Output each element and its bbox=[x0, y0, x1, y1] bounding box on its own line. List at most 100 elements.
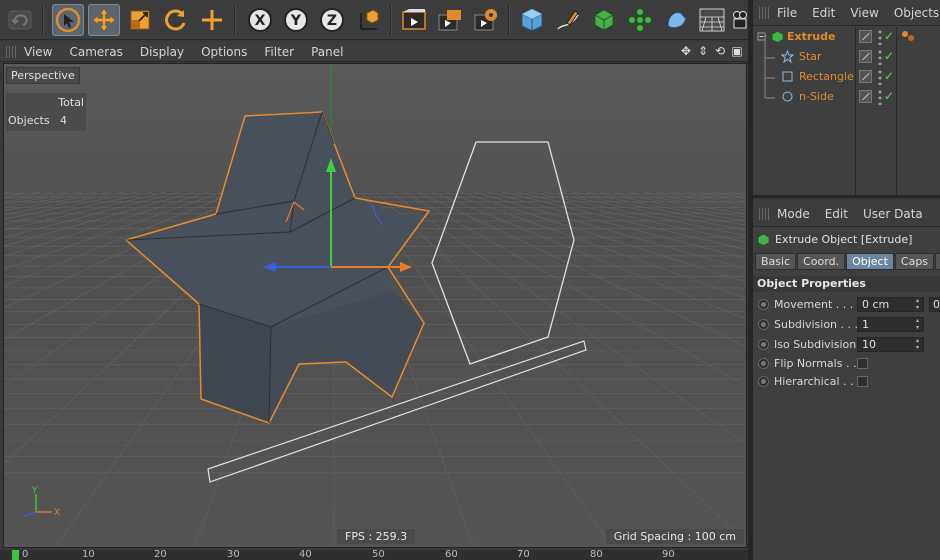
stats-objects-count: 4 bbox=[60, 114, 67, 127]
camera-icon bbox=[733, 11, 747, 29]
perspective-viewport[interactable]: Y X Perspective Total Objects 4 FPS : 25… bbox=[3, 63, 747, 548]
flip-normals-checkbox[interactable] bbox=[857, 358, 868, 369]
editor-render-dots-icon[interactable] bbox=[877, 29, 883, 45]
render-settings-button[interactable] bbox=[470, 4, 502, 36]
floor-button[interactable] bbox=[696, 4, 728, 36]
x-axis-lock-button[interactable]: X bbox=[244, 4, 276, 36]
tree-item-label[interactable]: Star bbox=[799, 50, 822, 63]
editor-render-dots-icon[interactable] bbox=[877, 89, 883, 105]
subdivision-surface-icon bbox=[594, 9, 614, 31]
timeline-playhead[interactable] bbox=[12, 550, 19, 560]
tree-item-rectangle[interactable]: Rectangle ✓ bbox=[753, 67, 940, 87]
hierarchical-checkbox[interactable] bbox=[857, 376, 868, 387]
visibility-toggle[interactable] bbox=[859, 50, 872, 63]
tree-item-label[interactable]: n-Side bbox=[799, 90, 834, 103]
menu-view[interactable]: View bbox=[850, 6, 878, 20]
enabled-check-icon[interactable]: ✓ bbox=[884, 69, 894, 83]
viewport-camera-label[interactable]: Perspective bbox=[6, 67, 80, 84]
z-axis-glyph: Z bbox=[327, 13, 337, 29]
deformer-button[interactable] bbox=[660, 4, 692, 36]
extrude-icon bbox=[771, 30, 784, 43]
visibility-toggle[interactable] bbox=[859, 30, 872, 43]
visibility-toggle[interactable] bbox=[859, 70, 872, 83]
live-selection-button[interactable] bbox=[52, 4, 84, 36]
menu-mode[interactable]: Mode bbox=[777, 207, 810, 221]
rotate-tool-button[interactable] bbox=[160, 4, 192, 36]
iso-subdivision-field[interactable]: 10 bbox=[857, 337, 924, 352]
toggle-view-icon[interactable]: ▣ bbox=[730, 44, 744, 58]
cube-icon bbox=[521, 8, 543, 32]
render-picture-viewer-button[interactable] bbox=[434, 4, 466, 36]
coordinate-system-button[interactable] bbox=[352, 4, 384, 36]
timeline-ruler[interactable]: 0 10 20 30 40 50 60 70 80 90 bbox=[0, 550, 750, 560]
tree-item-extrude[interactable]: Extrude ✓ bbox=[753, 27, 940, 47]
attribute-object-title: Extrude Object [Extrude] bbox=[757, 233, 912, 246]
menu-file[interactable]: File bbox=[777, 6, 797, 20]
animate-radio-icon[interactable] bbox=[758, 299, 769, 310]
tab-object[interactable]: Object bbox=[846, 253, 894, 270]
subdivision-field[interactable]: 1 bbox=[857, 317, 924, 332]
move-tool-button[interactable] bbox=[88, 4, 120, 36]
move-icon bbox=[92, 8, 116, 32]
editor-render-dots-icon[interactable] bbox=[877, 49, 883, 65]
undo-button[interactable] bbox=[4, 4, 36, 36]
cloner-button[interactable] bbox=[624, 4, 656, 36]
tree-item-label[interactable]: Extrude bbox=[787, 30, 835, 43]
tree-item-nside[interactable]: n-Side ✓ bbox=[753, 87, 940, 107]
panel-grip-icon[interactable] bbox=[6, 45, 16, 58]
tab-phong[interactable]: Ph bbox=[935, 253, 940, 270]
menu-objects[interactable]: Objects bbox=[894, 6, 939, 20]
add-object-icon bbox=[202, 10, 222, 30]
animate-radio-icon[interactable] bbox=[758, 339, 769, 350]
tab-caps[interactable]: Caps bbox=[894, 253, 935, 270]
menu-display[interactable]: Display bbox=[140, 45, 184, 59]
visibility-toggle[interactable] bbox=[859, 90, 872, 103]
panel-grip-icon[interactable] bbox=[759, 207, 769, 220]
render-view-button[interactable] bbox=[398, 4, 430, 36]
menu-view[interactable]: View bbox=[24, 45, 52, 59]
movement-y-field[interactable]: 0 bbox=[929, 297, 940, 312]
section-object-properties: Object Properties bbox=[753, 276, 940, 292]
menu-panel[interactable]: Panel bbox=[311, 45, 343, 59]
phong-tag-icon[interactable] bbox=[901, 30, 915, 42]
tab-basic[interactable]: Basic bbox=[755, 253, 797, 270]
enabled-check-icon[interactable]: ✓ bbox=[884, 49, 894, 63]
editor-render-dots-icon[interactable] bbox=[877, 69, 883, 85]
object-manager-menubar: File Edit View Objects T bbox=[753, 0, 940, 26]
orbit-view-icon[interactable]: ⟲ bbox=[713, 44, 727, 58]
star-spline-icon bbox=[781, 50, 794, 63]
menu-edit[interactable]: Edit bbox=[812, 6, 835, 20]
tab-coord[interactable]: Coord. bbox=[797, 253, 846, 270]
menu-edit[interactable]: Edit bbox=[825, 207, 848, 221]
z-axis-lock-button[interactable]: Z bbox=[316, 4, 348, 36]
animate-radio-icon[interactable] bbox=[758, 376, 769, 387]
y-axis-lock-icon: Y bbox=[284, 8, 308, 32]
menu-cameras[interactable]: Cameras bbox=[69, 45, 122, 59]
tree-item-star[interactable]: Star ✓ bbox=[753, 47, 940, 67]
pan-view-icon[interactable]: ✥ bbox=[679, 44, 693, 58]
movement-x-field[interactable]: 0 cm bbox=[857, 297, 924, 312]
toolbar-separator bbox=[234, 4, 236, 36]
pen-spline-button[interactable] bbox=[552, 4, 584, 36]
menu-user-data[interactable]: User Data bbox=[863, 207, 923, 221]
scale-icon bbox=[130, 10, 150, 30]
scale-tool-button[interactable] bbox=[124, 4, 156, 36]
toolbar-separator bbox=[508, 4, 510, 36]
tree-item-label[interactable]: Rectangle bbox=[799, 70, 854, 83]
enabled-check-icon[interactable]: ✓ bbox=[884, 89, 894, 103]
rectangle-spline-icon bbox=[782, 71, 793, 82]
dolly-view-icon[interactable]: ⇕ bbox=[696, 44, 710, 58]
add-object-button[interactable] bbox=[196, 4, 228, 36]
animate-radio-icon[interactable] bbox=[758, 358, 769, 369]
prop-movement: Movement . . . . 0 cm 0 bbox=[753, 296, 940, 314]
cube-primitive-button[interactable] bbox=[516, 4, 548, 36]
menu-options[interactable]: Options bbox=[201, 45, 247, 59]
panel-grip-icon[interactable] bbox=[759, 6, 769, 19]
camera-button[interactable] bbox=[730, 4, 750, 36]
enabled-check-icon[interactable]: ✓ bbox=[884, 29, 894, 43]
y-axis-lock-button[interactable]: Y bbox=[280, 4, 312, 36]
viewport-scene[interactable]: Y X bbox=[4, 64, 747, 548]
animate-radio-icon[interactable] bbox=[758, 319, 769, 330]
menu-filter[interactable]: Filter bbox=[264, 45, 294, 59]
subdivision-surface-button[interactable] bbox=[588, 4, 620, 36]
